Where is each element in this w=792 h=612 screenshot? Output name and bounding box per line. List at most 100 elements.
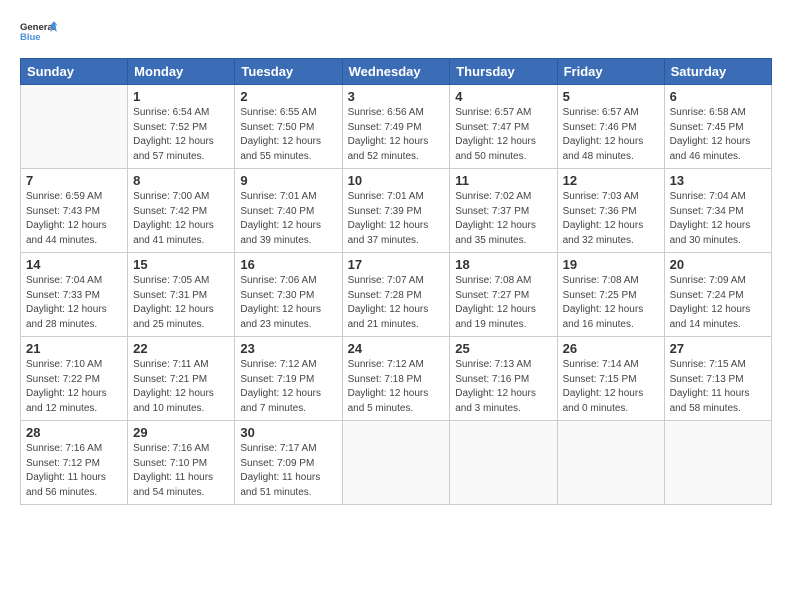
calendar-week-row: 28 Sunrise: 7:16 AM Sunset: 7:12 PM Dayli… [21, 421, 772, 505]
day-number: 25 [455, 341, 551, 356]
day-info: Sunrise: 7:17 AM Sunset: 7:09 PM Dayligh… [240, 442, 336, 500]
logo-svg: General Blue [20, 16, 58, 48]
calendar-header-row: SundayMondayTuesdayWednesdayThursdayFrid… [21, 59, 772, 85]
day-info: Sunrise: 7:15 AM Sunset: 7:13 PM Dayligh… [670, 358, 766, 416]
calendar-cell: 11 Sunrise: 7:02 AM Sunset: 7:37 PM Dayli… [450, 169, 557, 253]
calendar-week-row: 14 Sunrise: 7:04 AM Sunset: 7:33 PM Dayli… [21, 253, 772, 337]
day-info: Sunrise: 7:01 AM Sunset: 7:39 PM Dayligh… [348, 190, 445, 248]
calendar-cell: 8Sunrise: 7:00 AM Sunset: 7:42 PM Daylig… [128, 169, 235, 253]
calendar-cell [557, 421, 664, 505]
day-number: 7 [26, 173, 122, 188]
calendar-cell: 28 Sunrise: 7:16 AM Sunset: 7:12 PM Dayli… [21, 421, 128, 505]
day-number: 30 [240, 425, 336, 440]
calendar-cell: 7 Sunrise: 6:59 AM Sunset: 7:43 PM Daylig… [21, 169, 128, 253]
calendar-header-sunday: Sunday [21, 59, 128, 85]
day-info: Sunrise: 7:12 AM Sunset: 7:19 PM Dayligh… [240, 358, 336, 416]
calendar-header-tuesday: Tuesday [235, 59, 342, 85]
calendar-cell: 14 Sunrise: 7:04 AM Sunset: 7:33 PM Dayli… [21, 253, 128, 337]
calendar-week-row: 1 Sunrise: 6:54 AM Sunset: 7:52 PM Daylig… [21, 85, 772, 169]
day-info: Sunrise: 7:10 AM Sunset: 7:22 PM Dayligh… [26, 358, 122, 416]
header-area: General Blue [20, 16, 772, 48]
day-info: Sunrise: 7:11 AM Sunset: 7:21 PM Dayligh… [133, 358, 229, 416]
calendar-cell: 12 Sunrise: 7:03 AM Sunset: 7:36 PM Dayli… [557, 169, 664, 253]
calendar-cell: 10 Sunrise: 7:01 AM Sunset: 7:39 PM Dayli… [342, 169, 450, 253]
calendar-cell [21, 85, 128, 169]
day-number: 2 [240, 89, 336, 104]
day-info: Sunrise: 7:05 AM Sunset: 7:31 PM Dayligh… [133, 274, 229, 332]
calendar-cell: 16 Sunrise: 7:06 AM Sunset: 7:30 PM Dayli… [235, 253, 342, 337]
day-number: 13 [670, 173, 766, 188]
calendar-cell: 19 Sunrise: 7:08 AM Sunset: 7:25 PM Dayli… [557, 253, 664, 337]
calendar-cell: 20Sunrise: 7:09 AM Sunset: 7:24 PM Dayli… [664, 253, 771, 337]
page-container: General Blue SundayMondayTuesdayWednesda… [0, 0, 792, 515]
calendar-cell: 9Sunrise: 7:01 AM Sunset: 7:40 PM Daylig… [235, 169, 342, 253]
day-number: 4 [455, 89, 551, 104]
day-info: Sunrise: 7:08 AM Sunset: 7:25 PM Dayligh… [563, 274, 659, 332]
calendar-cell [450, 421, 557, 505]
day-number: 12 [563, 173, 659, 188]
day-info: Sunrise: 7:08 AM Sunset: 7:27 PM Dayligh… [455, 274, 551, 332]
day-info: Sunrise: 7:12 AM Sunset: 7:18 PM Dayligh… [348, 358, 445, 416]
logo: General Blue [20, 16, 58, 48]
calendar-cell: 21 Sunrise: 7:10 AM Sunset: 7:22 PM Dayli… [21, 337, 128, 421]
day-number: 5 [563, 89, 659, 104]
day-number: 11 [455, 173, 551, 188]
svg-text:General: General [20, 22, 55, 33]
calendar-cell: 18 Sunrise: 7:08 AM Sunset: 7:27 PM Dayli… [450, 253, 557, 337]
calendar-cell: 6 Sunrise: 6:58 AM Sunset: 7:45 PM Daylig… [664, 85, 771, 169]
day-info: Sunrise: 6:59 AM Sunset: 7:43 PM Dayligh… [26, 190, 122, 248]
day-number: 28 [26, 425, 122, 440]
calendar-cell: 5 Sunrise: 6:57 AM Sunset: 7:46 PM Daylig… [557, 85, 664, 169]
day-number: 14 [26, 257, 122, 272]
day-info: Sunrise: 7:13 AM Sunset: 7:16 PM Dayligh… [455, 358, 551, 416]
calendar-week-row: 21 Sunrise: 7:10 AM Sunset: 7:22 PM Dayli… [21, 337, 772, 421]
calendar-cell: 1 Sunrise: 6:54 AM Sunset: 7:52 PM Daylig… [128, 85, 235, 169]
day-info: Sunrise: 6:56 AM Sunset: 7:49 PM Dayligh… [348, 106, 445, 164]
day-number: 24 [348, 341, 445, 356]
calendar-cell: 2 Sunrise: 6:55 AM Sunset: 7:50 PM Daylig… [235, 85, 342, 169]
calendar-cell: 13Sunrise: 7:04 AM Sunset: 7:34 PM Dayli… [664, 169, 771, 253]
day-info: Sunrise: 7:02 AM Sunset: 7:37 PM Dayligh… [455, 190, 551, 248]
day-number: 9 [240, 173, 336, 188]
day-number: 23 [240, 341, 336, 356]
calendar-header-friday: Friday [557, 59, 664, 85]
day-info: Sunrise: 7:04 AM Sunset: 7:33 PM Dayligh… [26, 274, 122, 332]
day-info: Sunrise: 7:16 AM Sunset: 7:12 PM Dayligh… [26, 442, 122, 500]
calendar-cell: 23 Sunrise: 7:12 AM Sunset: 7:19 PM Dayli… [235, 337, 342, 421]
day-number: 19 [563, 257, 659, 272]
calendar-cell: 30 Sunrise: 7:17 AM Sunset: 7:09 PM Dayli… [235, 421, 342, 505]
calendar-cell: 27 Sunrise: 7:15 AM Sunset: 7:13 PM Dayli… [664, 337, 771, 421]
day-info: Sunrise: 7:14 AM Sunset: 7:15 PM Dayligh… [563, 358, 659, 416]
calendar-cell: 17Sunrise: 7:07 AM Sunset: 7:28 PM Dayli… [342, 253, 450, 337]
day-info: Sunrise: 6:54 AM Sunset: 7:52 PM Dayligh… [133, 106, 229, 164]
calendar-cell [342, 421, 450, 505]
day-number: 10 [348, 173, 445, 188]
day-info: Sunrise: 7:00 AM Sunset: 7:42 PM Dayligh… [133, 190, 229, 248]
calendar-cell [664, 421, 771, 505]
calendar-cell: 26 Sunrise: 7:14 AM Sunset: 7:15 PM Dayli… [557, 337, 664, 421]
day-info: Sunrise: 7:06 AM Sunset: 7:30 PM Dayligh… [240, 274, 336, 332]
day-info: Sunrise: 7:09 AM Sunset: 7:24 PM Dayligh… [670, 274, 766, 332]
calendar-cell: 24 Sunrise: 7:12 AM Sunset: 7:18 PM Dayli… [342, 337, 450, 421]
day-number: 3 [348, 89, 445, 104]
day-info: Sunrise: 7:03 AM Sunset: 7:36 PM Dayligh… [563, 190, 659, 248]
calendar-header-wednesday: Wednesday [342, 59, 450, 85]
calendar-header-thursday: Thursday [450, 59, 557, 85]
day-info: Sunrise: 6:55 AM Sunset: 7:50 PM Dayligh… [240, 106, 336, 164]
day-info: Sunrise: 6:57 AM Sunset: 7:46 PM Dayligh… [563, 106, 659, 164]
day-number: 27 [670, 341, 766, 356]
day-number: 26 [563, 341, 659, 356]
day-number: 18 [455, 257, 551, 272]
day-number: 6 [670, 89, 766, 104]
day-number: 1 [133, 89, 229, 104]
day-info: Sunrise: 7:16 AM Sunset: 7:10 PM Dayligh… [133, 442, 229, 500]
calendar-cell: 22Sunrise: 7:11 AM Sunset: 7:21 PM Dayli… [128, 337, 235, 421]
calendar-table: SundayMondayTuesdayWednesdayThursdayFrid… [20, 58, 772, 505]
day-info: Sunrise: 6:58 AM Sunset: 7:45 PM Dayligh… [670, 106, 766, 164]
day-number: 17 [348, 257, 445, 272]
calendar-cell: 3 Sunrise: 6:56 AM Sunset: 7:49 PM Daylig… [342, 85, 450, 169]
calendar-week-row: 7 Sunrise: 6:59 AM Sunset: 7:43 PM Daylig… [21, 169, 772, 253]
day-number: 21 [26, 341, 122, 356]
day-number: 16 [240, 257, 336, 272]
day-number: 29 [133, 425, 229, 440]
